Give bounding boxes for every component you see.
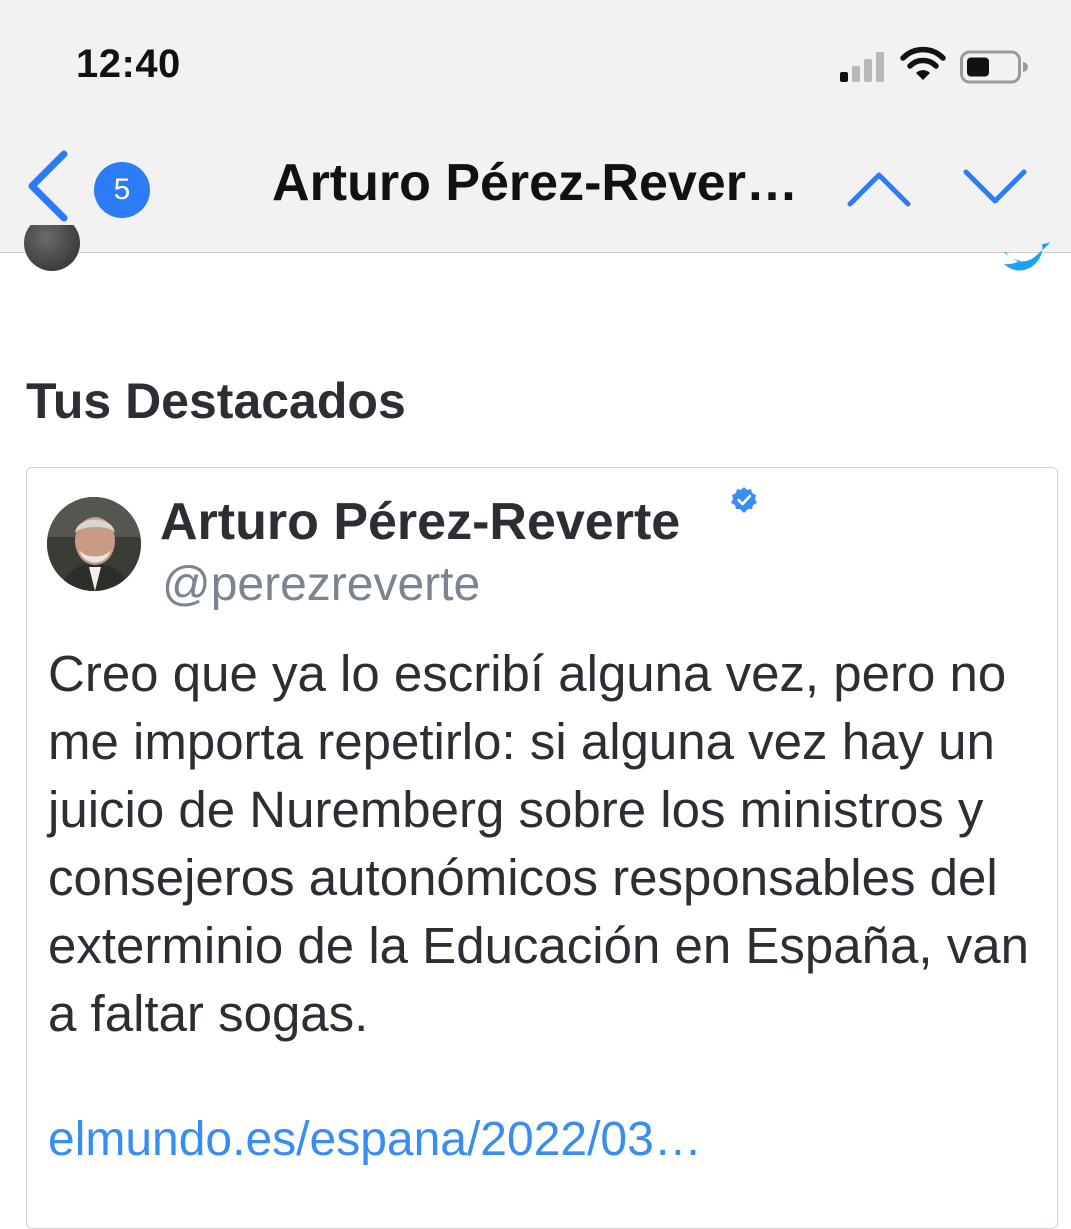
section-title: Tus Destacados [26, 373, 406, 429]
cellular-signal-icon [840, 52, 884, 82]
previous-avatar [24, 225, 80, 271]
back-button[interactable] [24, 150, 74, 222]
navigation-bar: 12:40 5 Arturo Pérez-Rever… [0, 0, 1071, 253]
avatar[interactable] [47, 497, 141, 591]
verified-badge-icon [731, 487, 757, 513]
page-title: Arturo Pérez-Rever… [272, 154, 798, 212]
chevron-up-icon[interactable] [846, 166, 912, 210]
tweet-author-name[interactable]: Arturo Pérez-Reverte [160, 492, 680, 552]
tweet-link[interactable]: elmundo.es/espana/2022/03… [48, 1112, 702, 1167]
tweet-author-handle[interactable]: @perezreverte [162, 557, 480, 612]
wifi-icon [900, 46, 946, 80]
twitter-bird-icon [1004, 242, 1050, 271]
tweet-text: Creo que ya lo escribí alguna vez, pero … [48, 645, 1029, 1042]
status-time: 12:40 [76, 42, 181, 86]
chevron-down-icon[interactable] [962, 166, 1028, 210]
unread-count-badge: 5 [94, 162, 150, 218]
battery-icon [960, 50, 1028, 84]
